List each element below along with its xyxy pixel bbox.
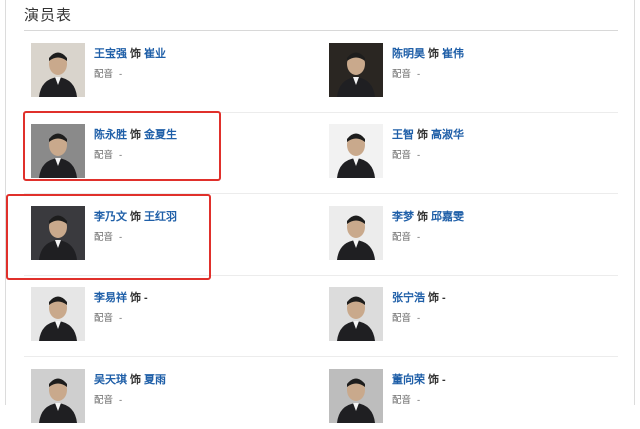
name-line: 李梦饰邱嘉雯 (392, 208, 464, 224)
actor-name-link[interactable]: 李梦 (392, 211, 414, 223)
dub-label: 配音 (392, 395, 412, 406)
name-line: 董向荣饰 - (392, 371, 446, 387)
name-line: 王智饰高淑华 (392, 126, 464, 142)
actor-name-link[interactable]: 王智 (392, 129, 414, 141)
as-label: 饰 (417, 211, 428, 223)
title-divider (24, 30, 618, 31)
as-label: 饰 (417, 129, 428, 141)
dub-value: - (417, 395, 421, 406)
highlight-box (23, 111, 221, 181)
dub-label: 配音 (94, 395, 114, 406)
actor-photo[interactable] (31, 287, 85, 341)
dub-value: - (417, 232, 421, 243)
name-line: 张宁浩饰 - (392, 289, 446, 305)
role-name-link[interactable]: 夏雨 (144, 374, 166, 386)
dub-label: 配音 (94, 69, 114, 80)
dub-value: - (417, 313, 421, 324)
role-name: - (144, 292, 148, 304)
cast-card[interactable]: 王宝强饰崔业 配音 - (31, 43, 311, 103)
name-line: 吴天琪饰夏雨 (94, 371, 166, 387)
highlight-box (6, 194, 211, 280)
cast-card[interactable]: 李易祥饰 - 配音 - (31, 287, 311, 347)
actor-photo[interactable] (31, 369, 85, 423)
dub-line: 配音 - (94, 66, 122, 80)
cast-card[interactable]: 陈明昊饰崔伟 配音 - (329, 43, 609, 103)
dub-label: 配音 (392, 313, 412, 324)
dub-line: 配音 - (392, 66, 420, 80)
as-label: 饰 (428, 374, 439, 386)
dub-value: - (417, 150, 421, 161)
actor-photo[interactable] (329, 369, 383, 423)
cast-card[interactable]: 李梦饰邱嘉雯 配音 - (329, 206, 609, 266)
dub-label: 配音 (392, 232, 412, 243)
dub-label: 配音 (94, 313, 114, 324)
actor-photo[interactable] (329, 287, 383, 341)
right-border (634, 0, 635, 405)
dub-value: - (119, 313, 123, 324)
actor-name-link[interactable]: 陈明昊 (392, 48, 425, 60)
as-label: 饰 (130, 48, 141, 60)
cast-card[interactable]: 吴天琪饰夏雨 配音 - (31, 369, 311, 429)
dub-line: 配音 - (392, 147, 420, 161)
role-name-link[interactable]: 邱嘉雯 (431, 211, 464, 223)
name-line: 陈明昊饰崔伟 (392, 45, 464, 61)
dub-line: 配音 - (392, 229, 420, 243)
role-name: - (442, 374, 446, 386)
role-name-link[interactable]: 崔业 (144, 48, 166, 60)
dub-value: - (119, 69, 123, 80)
actor-photo[interactable] (31, 43, 85, 97)
cast-card[interactable]: 董向荣饰 - 配音 - (329, 369, 609, 429)
actor-name-link[interactable]: 吴天琪 (94, 374, 127, 386)
actor-name-link[interactable]: 董向荣 (392, 374, 425, 386)
dub-label: 配音 (392, 69, 412, 80)
actor-name-link[interactable]: 张宁浩 (392, 292, 425, 304)
dub-line: 配音 - (392, 392, 420, 406)
dub-line: 配音 - (392, 310, 420, 324)
as-label: 饰 (130, 292, 141, 304)
role-name-link[interactable]: 崔伟 (442, 48, 464, 60)
as-label: 饰 (428, 292, 439, 304)
role-name-link[interactable]: 高淑华 (431, 129, 464, 141)
cast-card[interactable]: 张宁浩饰 - 配音 - (329, 287, 609, 347)
dub-value: - (417, 69, 421, 80)
as-label: 饰 (428, 48, 439, 60)
actor-name-link[interactable]: 李易祥 (94, 292, 127, 304)
role-name: - (442, 292, 446, 304)
cast-card[interactable]: 王智饰高淑华 配音 - (329, 124, 609, 184)
dub-value: - (119, 395, 123, 406)
actor-name-link[interactable]: 王宝强 (94, 48, 127, 60)
cast-section-title: 演员表 (24, 7, 73, 24)
dub-line: 配音 - (94, 392, 122, 406)
row-divider (24, 356, 618, 357)
actor-photo[interactable] (329, 124, 383, 178)
name-line: 李易祥饰 - (94, 289, 148, 305)
actor-photo[interactable] (329, 206, 383, 260)
as-label: 饰 (130, 374, 141, 386)
name-line: 王宝强饰崔业 (94, 45, 166, 61)
actor-photo[interactable] (329, 43, 383, 97)
dub-line: 配音 - (94, 310, 122, 324)
dub-label: 配音 (392, 150, 412, 161)
